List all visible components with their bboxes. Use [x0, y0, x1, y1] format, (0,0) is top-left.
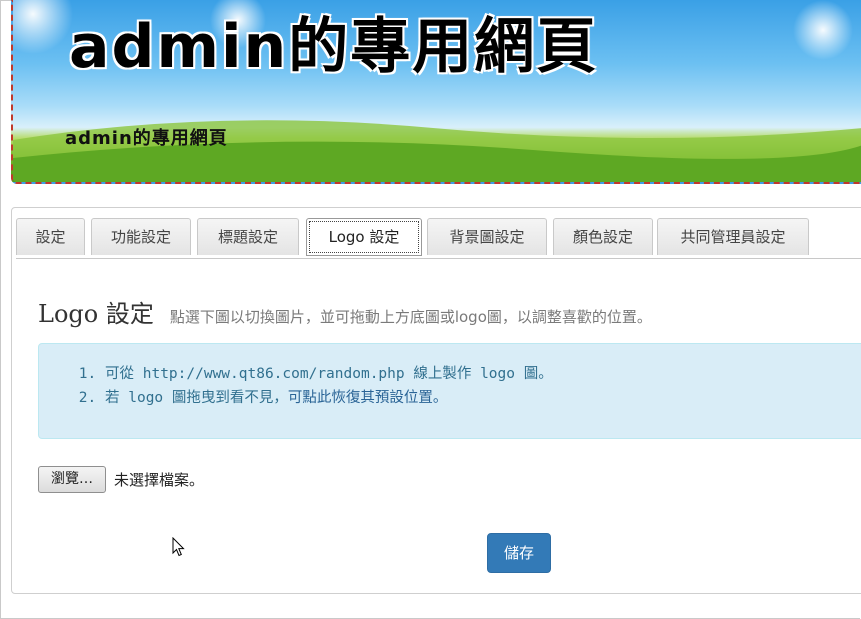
settings-panel: 設定 功能設定 標題設定 Logo 設定 背景圖設定 顏色設定 共同管理員設定 … [11, 207, 861, 594]
info-item-1: 可從 http://www.qt86.com/random.php 線上製作 l… [105, 362, 861, 386]
tab-settings[interactable]: 設定 [16, 218, 85, 255]
info-item-1-text: 可從 http://www.qt86.com/random.php 線上製作 l… [105, 366, 553, 382]
tab-background-settings[interactable]: 背景圖設定 [427, 218, 547, 255]
file-status-text: 未選擇檔案。 [114, 471, 205, 489]
info-box: 可從 http://www.qt86.com/random.php 線上製作 l… [38, 343, 861, 439]
tab-title-settings[interactable]: 標題設定 [197, 218, 299, 255]
tab-co-admin-settings[interactable]: 共同管理員設定 [657, 218, 809, 255]
tab-bar: 設定 功能設定 標題設定 Logo 設定 背景圖設定 顏色設定 共同管理員設定 [16, 218, 861, 259]
file-upload-row: 瀏覽… 未選擇檔案。 [38, 466, 204, 493]
restore-default-position-link[interactable]: 可點此恢復其預設位置。 [288, 390, 448, 406]
save-button[interactable]: 儲存 [487, 533, 551, 573]
info-list: 可從 http://www.qt86.com/random.php 線上製作 l… [39, 344, 861, 410]
tab-color-settings[interactable]: 顏色設定 [553, 218, 653, 255]
header-banner[interactable]: admin的專用網頁 admin的專用網頁 [11, 0, 861, 184]
info-item-2: 若 logo 圖拖曳到看不見，可點此恢復其預設位置。 [105, 386, 861, 410]
tab-function-settings[interactable]: 功能設定 [91, 218, 191, 255]
page-description: 點選下圖以切換圖片，並可拖動上方底圖或logo圖，以調整喜歡的位置。 [169, 308, 652, 326]
banner-subtitle[interactable]: admin的專用網頁 [65, 126, 228, 152]
page-title: Logo 設定 [38, 300, 154, 328]
mouse-pointer-icon [172, 537, 185, 557]
browse-file-button[interactable]: 瀏覽… [38, 466, 106, 493]
tab-logo-settings[interactable]: Logo 設定 [306, 218, 422, 256]
info-item-2-text: 若 logo 圖拖曳到看不見， [105, 390, 288, 406]
banner-title[interactable]: admin的專用網頁 [69, 6, 598, 88]
page-heading: Logo 設定 點選下圖以切換圖片，並可拖動上方底圖或logo圖，以調整喜歡的位… [38, 294, 652, 329]
